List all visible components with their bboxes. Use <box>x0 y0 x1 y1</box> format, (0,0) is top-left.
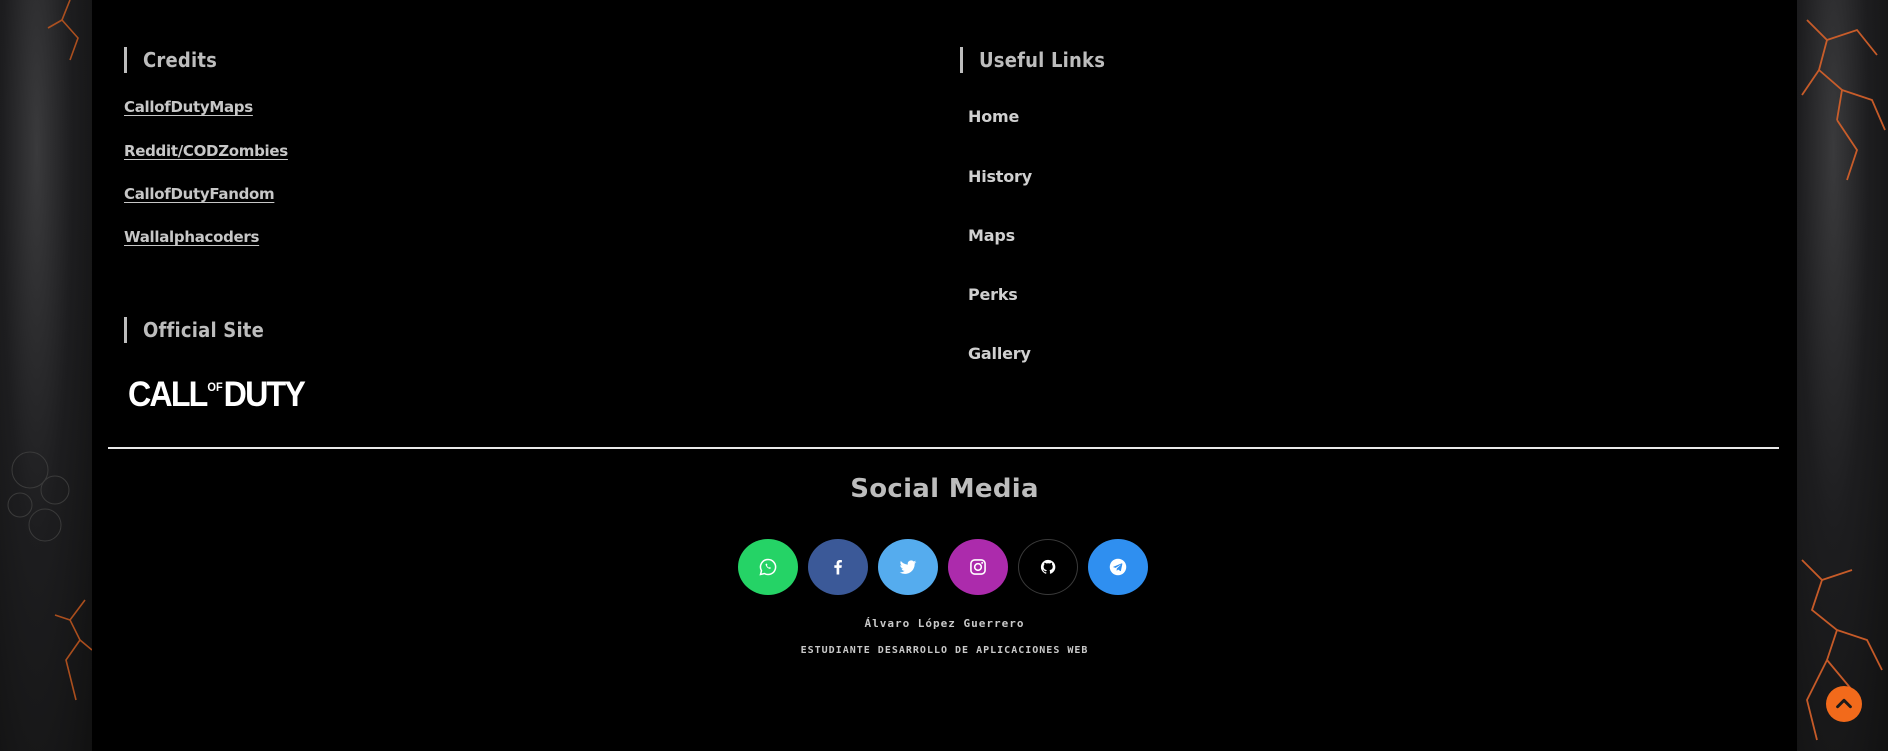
whatsapp-button[interactable] <box>738 539 798 595</box>
left-background-texture <box>0 0 92 751</box>
github-icon <box>1040 559 1056 574</box>
official-site-heading: Official Site <box>124 317 264 343</box>
telegram-button[interactable] <box>1088 539 1148 595</box>
back-to-top-button[interactable] <box>1826 686 1862 722</box>
right-background-texture <box>1797 0 1888 751</box>
author-name: Álvaro López Guerrero <box>864 617 1025 630</box>
twitter-button[interactable] <box>878 539 938 595</box>
useful-link-home[interactable]: Home <box>968 107 1019 126</box>
call-of-duty-logo[interactable]: CALLOFDUTY <box>128 375 306 415</box>
chevron-up-icon <box>1836 698 1852 709</box>
logo-text-call: CALL <box>128 375 208 414</box>
social-buttons <box>738 539 1148 595</box>
site-footer: Credits CallofDutyMaps Reddit/CODZombies… <box>92 0 1797 751</box>
useful-link-gallery[interactable]: Gallery <box>968 344 1031 363</box>
facebook-icon <box>834 560 842 575</box>
logo-text-duty: DUTY <box>223 375 306 414</box>
social-media-heading: Social Media <box>850 474 1039 504</box>
footer-divider <box>108 447 1779 449</box>
instagram-icon <box>970 559 986 575</box>
author-role: ESTUDIANTE DESARROLLO DE APLICACIONES WE… <box>800 645 1089 656</box>
github-button[interactable] <box>1018 539 1078 595</box>
instagram-button[interactable] <box>948 539 1008 595</box>
telegram-icon <box>1109 558 1127 576</box>
useful-link-history[interactable]: History <box>968 167 1032 186</box>
whatsapp-icon <box>759 558 777 576</box>
useful-link-perks[interactable]: Perks <box>968 285 1018 304</box>
credit-link-reddit-codzombies[interactable]: Reddit/CODZombies <box>124 142 288 160</box>
logo-text-of: OF <box>207 380 223 394</box>
useful-link-maps[interactable]: Maps <box>968 226 1015 245</box>
facebook-button[interactable] <box>808 539 868 595</box>
credits-heading: Credits <box>124 47 217 73</box>
credit-link-callofdutyfandom[interactable]: CallofDutyFandom <box>124 185 275 203</box>
twitter-icon <box>899 560 917 574</box>
useful-links-heading: Useful Links <box>960 47 1105 73</box>
credit-link-callofdutymaps[interactable]: CallofDutyMaps <box>124 98 253 116</box>
credit-link-wallalphacoders[interactable]: Wallalphacoders <box>124 228 259 246</box>
